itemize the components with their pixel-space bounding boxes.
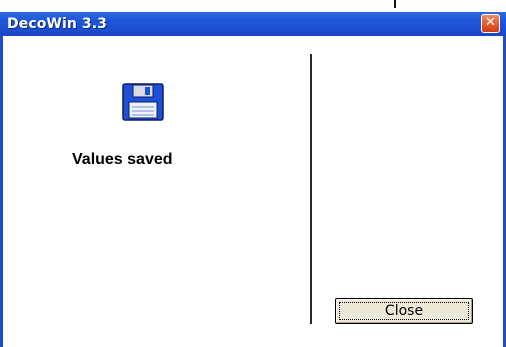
status-message: Values saved [72, 151, 173, 168]
close-button[interactable]: Close [335, 298, 473, 324]
top-strip [0, 0, 506, 12]
floppy-disk-icon [122, 83, 164, 121]
window-title: DecoWin 3.3 [7, 16, 108, 32]
close-button-label: Close [384, 303, 424, 319]
cursor-mark [394, 0, 396, 8]
title-bar[interactable]: DecoWin 3.3 [0, 12, 506, 36]
dialog-window: DecoWin 3.3 ✕ Values saved Close [0, 0, 506, 347]
close-icon[interactable]: ✕ [481, 14, 500, 33]
vertical-divider [310, 54, 312, 324]
